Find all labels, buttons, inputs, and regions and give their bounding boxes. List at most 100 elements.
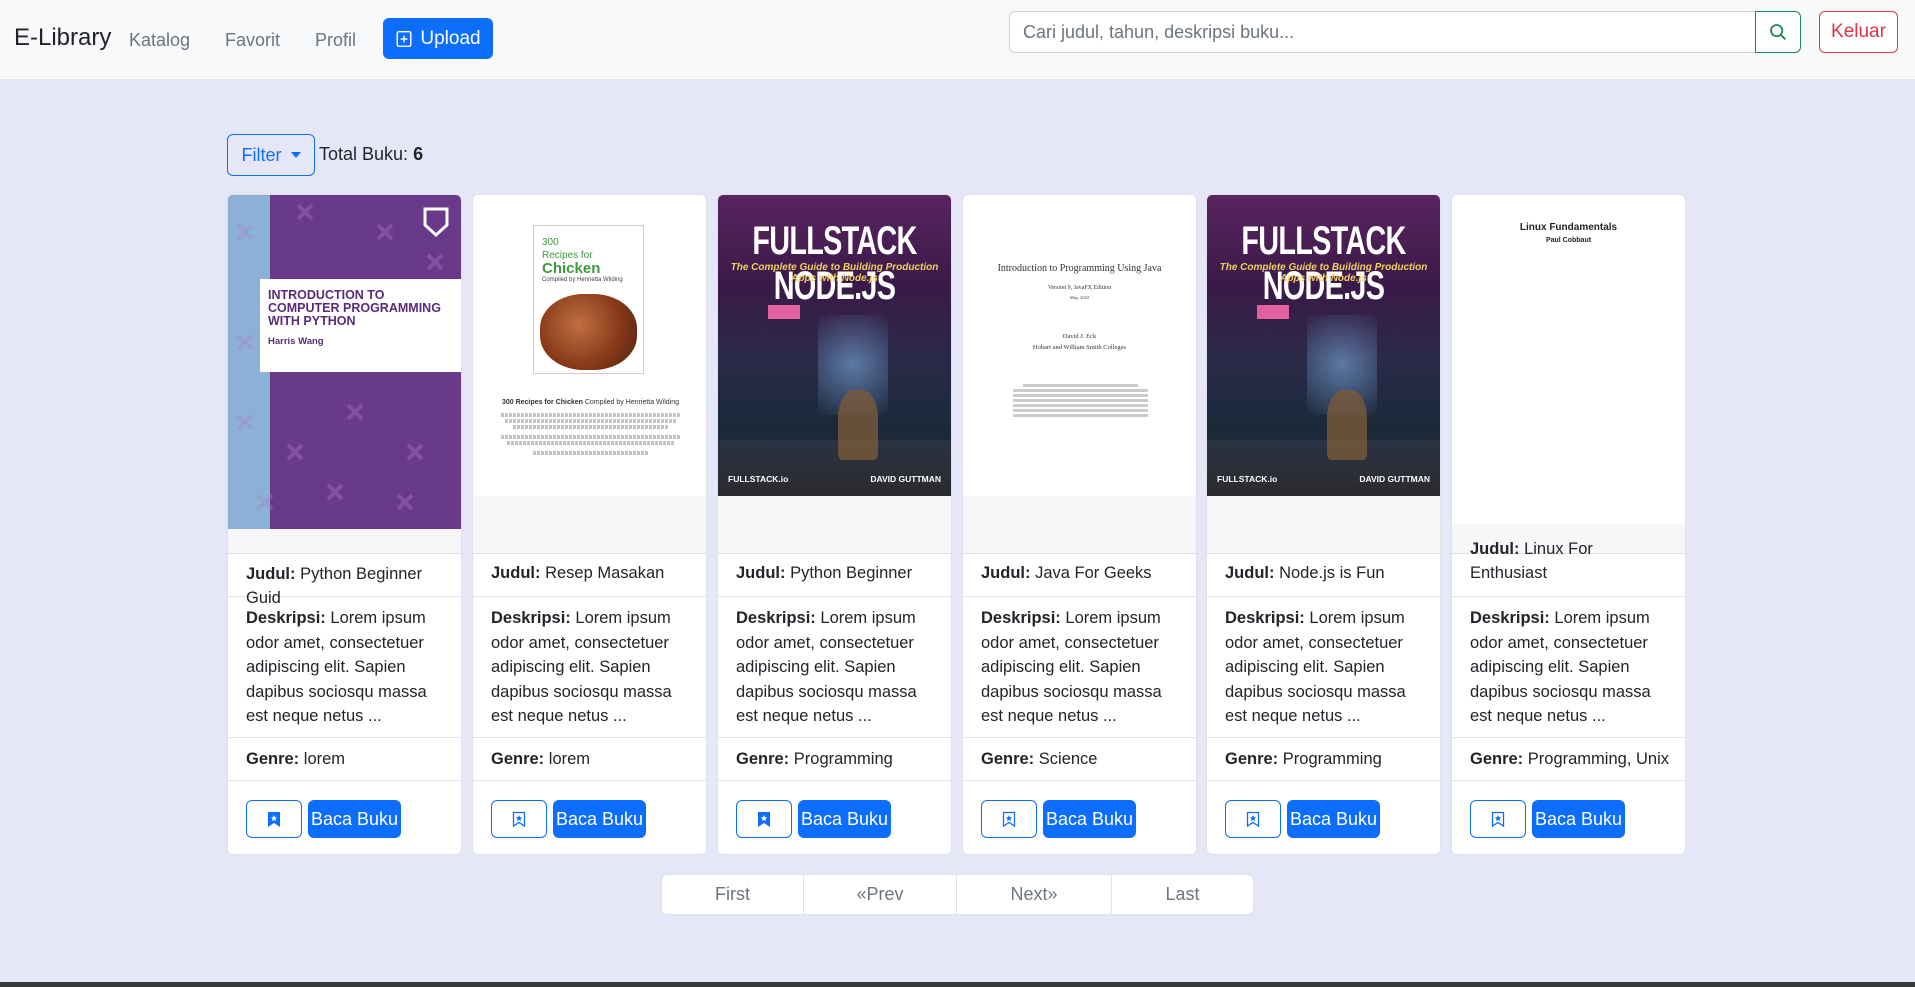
title-label: Judul: [981,564,1031,582]
cover-inner-box: 300 Recipes for Chicken Compiled by Henr… [533,225,644,374]
cover-title: Chicken [542,260,601,277]
book-description-row: Deskripsi: Lorem ipsum odor amet, consec… [1452,597,1685,738]
book-cover[interactable]: 300 Recipes for Chicken Compiled by Henr… [473,195,706,496]
genre-label: Genre: [1470,750,1524,768]
book-cover[interactable]: FULLSTACK NODE.JS The Complete Guide to … [718,195,951,496]
cover-publisher: FULLSTACK.io [1217,474,1278,484]
favorite-button[interactable] [246,800,302,838]
cover-edition: Version 9, JavaFX Edition May, 2022 [963,284,1196,302]
cover-dog-figure [838,390,878,460]
description-label: Deskripsi: [981,609,1061,627]
cover-author: Paul Cobbaut [1545,237,1592,244]
book-genre-row: Genre: Programming, Unix [1452,738,1685,781]
cover-title-panel: INTRODUCTION TO COMPUTER PROGRAMMING WIT… [260,279,461,372]
book-cover[interactable]: Linux Fundamentals Paul Cobbaut [1452,195,1685,524]
book-genre-row: Genre: lorem [228,738,461,781]
title-label: Judul: [1225,564,1275,582]
book-actions: Baca Buku [718,781,951,854]
page-last[interactable]: Last [1112,875,1253,914]
logout-button[interactable]: Keluar [1819,11,1898,53]
book-actions: Baca Buku [228,781,461,854]
page-next[interactable]: Next» [957,875,1112,914]
cover-subtitle: The Complete Guide to Building Productio… [730,262,939,284]
book-cover[interactable]: FULLSTACK NODE.JS The Complete Guide to … [1207,195,1440,496]
cover-college: Hobart and William Smith Colleges [1032,344,1127,351]
total-count: 6 [413,144,424,164]
book-description-row: Deskripsi: Lorem ipsum odor amet, consec… [963,597,1196,738]
filter-dropdown-button[interactable]: Filter [227,134,315,176]
cover-area: Introduction to Programming Using Java V… [963,195,1196,554]
bookmark-outline-icon [1002,811,1016,827]
book-genre: Programming, Unix [1527,750,1669,768]
title-label: Judul: [491,564,541,582]
total-label: Total Buku: [319,144,409,164]
book-genre-row: Genre: Science [963,738,1196,781]
upload-label: Upload [420,27,481,49]
page-prev[interactable]: «Prev [804,875,957,914]
read-book-button[interactable]: Baca Buku [1287,800,1380,838]
book-actions: Baca Buku [473,781,706,854]
favorite-button[interactable] [491,800,547,838]
bookmark-outline-icon [512,811,526,827]
cover-area: FULLSTACK NODE.JS The Complete Guide to … [1207,195,1440,554]
nav-favorit[interactable]: Favorit [225,30,280,51]
nav-katalog[interactable]: Katalog [129,30,190,51]
book-cover[interactable]: Introduction to Programming Using Java V… [963,195,1196,496]
read-book-button[interactable]: Baca Buku [308,800,401,838]
bookmark-filled-icon [758,811,770,827]
book-genre-row: Genre: Programming [718,738,951,781]
upload-button[interactable]: Upload [383,18,493,59]
book-actions: Baca Buku [1207,781,1440,854]
brand[interactable]: E-Library [14,24,111,52]
cover-title: Linux Fundamentals [1519,222,1618,233]
read-book-button[interactable]: Baca Buku [553,800,646,838]
search-button[interactable] [1755,11,1801,53]
filter-label: Filter [241,144,282,165]
cover-heading: 300 Recipes for Chicken Compiled by Henr… [493,399,688,407]
book-title: Node.js is Fun [1279,564,1385,582]
search-input[interactable] [1009,11,1755,53]
cover-heading-bold: 300 Recipes for Chicken [501,399,583,406]
description-label: Deskripsi: [736,609,816,627]
read-book-button[interactable]: Baca Buku [798,800,891,838]
cover-dog-figure [1327,390,1367,460]
cover-author: Harris Wang [268,336,324,347]
favorite-button[interactable] [1470,800,1526,838]
cover-author: Compiled by Henrietta Wilding [542,277,623,283]
nav-profil[interactable]: Profil [315,30,356,51]
book-genre-row: Genre: lorem [473,738,706,781]
book-genre: Science [1038,750,1098,768]
book-title: Java For Geeks [1035,564,1152,582]
page-first[interactable]: First [662,875,804,914]
book-title-row: Judul: Python Beginner Guid [228,554,461,607]
cover-heading-rest: Compiled by Henrietta Wilding [584,399,680,406]
cover-text: 300 Recipes for Chicken Compiled by Henr… [493,399,688,461]
genre-label: Genre: [246,750,300,768]
favorite-button[interactable] [981,800,1037,838]
book-card: 300 Recipes for Chicken Compiled by Henr… [472,194,707,855]
book-description-row: Deskripsi: Lorem ipsum odor amet, consec… [473,597,706,738]
book-card: FULLSTACK NODE.JS The Complete Guide to … [717,194,952,855]
cover-author: DAVID GUTTMAN [1359,474,1430,484]
book-genre-row: Genre: Programming [1207,738,1440,781]
genre-label: Genre: [1225,750,1279,768]
cover-author: DAVID GUTTMAN [870,474,941,484]
cover-number: 300 [542,237,559,248]
book-genre: lorem [303,750,346,768]
book-description-row: Deskripsi: Lorem ipsum odor amet, consec… [1207,597,1440,738]
description-label: Deskripsi: [246,609,326,627]
favorite-button[interactable] [736,800,792,838]
read-book-button[interactable]: Baca Buku [1532,800,1625,838]
window-bottom-edge [0,982,1915,987]
favorite-button[interactable] [1225,800,1281,838]
book-genre: Programming [793,750,893,768]
title-label: Judul: [736,564,786,582]
read-book-button[interactable]: Baca Buku [1043,800,1136,838]
cover-title: Introduction to Programming Using Java [997,263,1162,274]
cover-date: May, 2022 [1069,295,1090,300]
total-books: Total Buku: 6 [319,144,423,165]
book-description-row: Deskripsi: Lorem ipsum odor amet, consec… [228,597,461,738]
description-label: Deskripsi: [491,609,571,627]
book-cover[interactable]: INTRODUCTION TO COMPUTER PROGRAMMING WIT… [228,195,461,529]
book-title: Python Beginner [790,564,913,582]
